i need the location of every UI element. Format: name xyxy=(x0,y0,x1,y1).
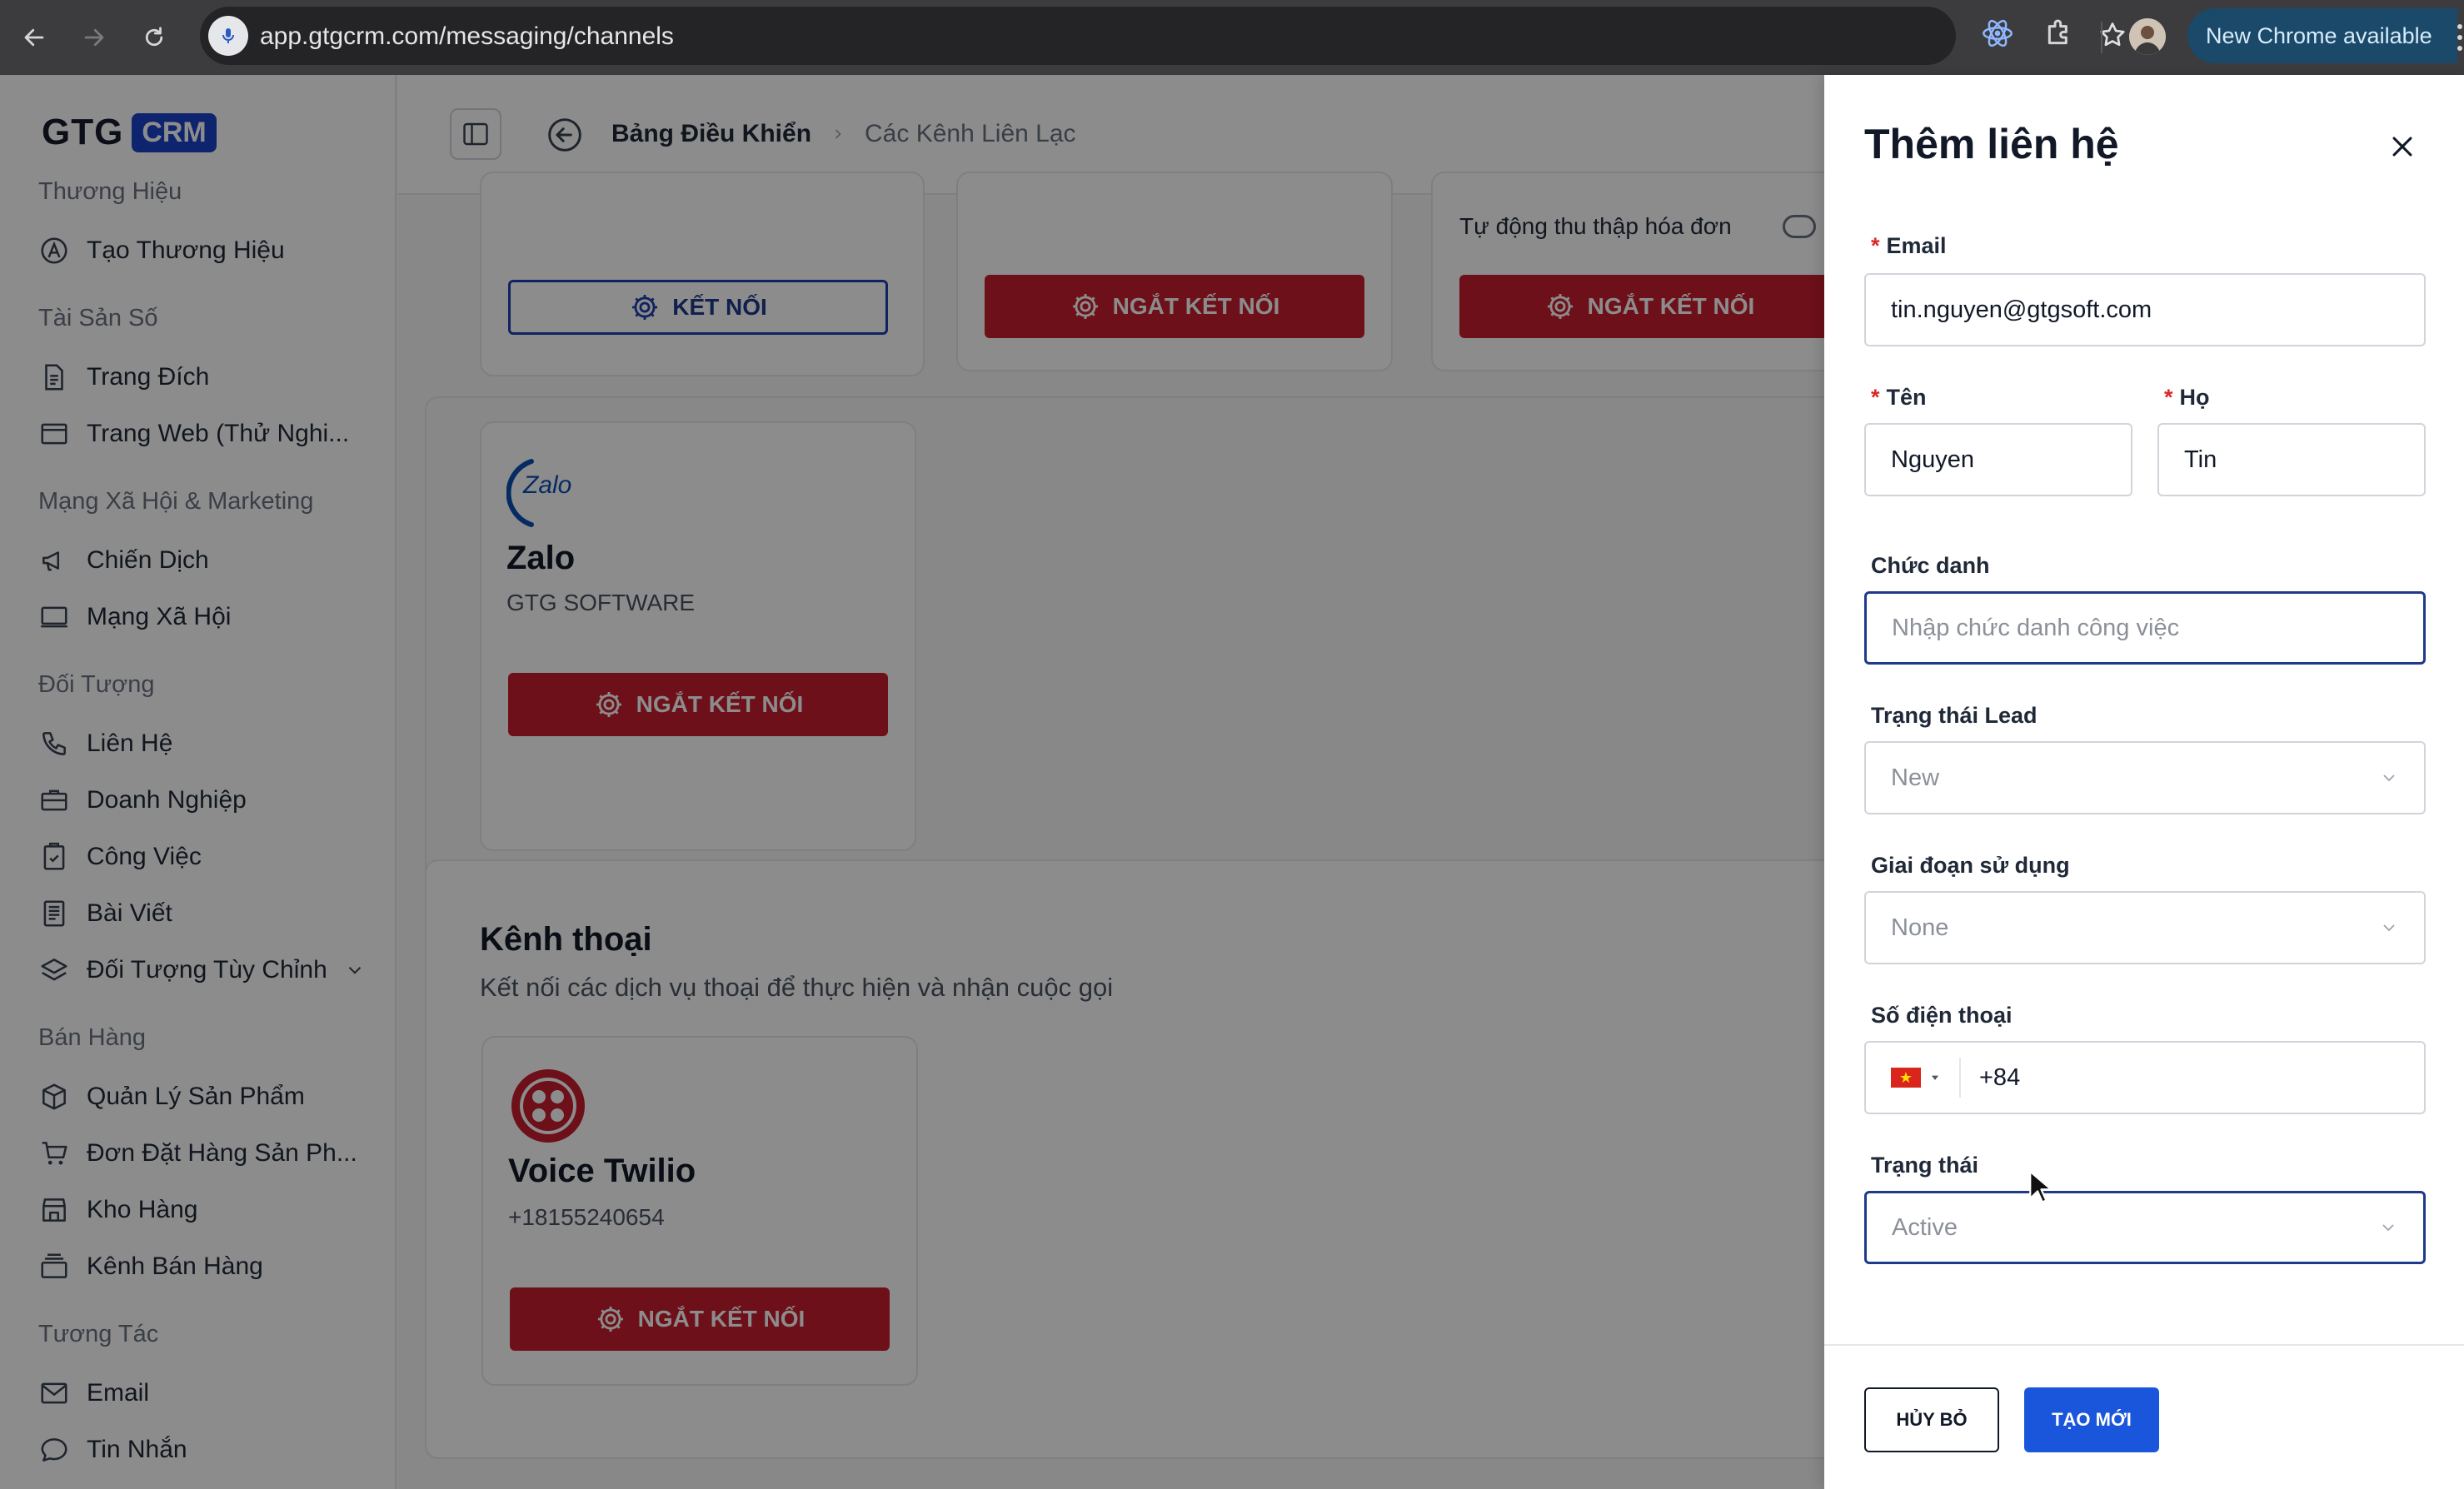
lifecycle-select[interactable]: None xyxy=(1864,891,2426,964)
phone-value: +84 xyxy=(1979,1063,2021,1091)
job-title-label: Chức danh xyxy=(1871,553,1990,578)
extensions-puzzle-icon[interactable] xyxy=(2043,17,2076,54)
first-name-input[interactable] xyxy=(1891,446,2106,474)
email-label: * Email xyxy=(1871,233,1947,258)
reload-icon[interactable] xyxy=(135,18,173,57)
status-select[interactable]: Active xyxy=(1864,1191,2426,1264)
chevron-down-icon xyxy=(2383,924,2395,932)
new-chrome-available-button[interactable]: New Chrome available xyxy=(2187,8,2457,63)
email-input[interactable] xyxy=(1891,296,2399,324)
last-name-input[interactable] xyxy=(2184,446,2399,474)
lifecycle-label: Giai đoạn sử dụng xyxy=(1871,853,2070,878)
vietnam-flag-icon: ★ xyxy=(1891,1068,1921,1088)
modal-backdrop[interactable] xyxy=(0,75,1824,1489)
create-button[interactable]: TẠO MỚI xyxy=(2024,1387,2159,1452)
chevron-down-icon xyxy=(2382,1224,2394,1232)
back-arrow-icon[interactable] xyxy=(15,18,53,57)
lifecycle-value: None xyxy=(1891,914,1949,941)
toolbar-divider xyxy=(2101,22,2102,53)
forward-arrow-icon[interactable] xyxy=(75,18,113,57)
status-label: Trạng thái xyxy=(1871,1153,1979,1178)
lead-status-label: Trạng thái Lead xyxy=(1871,703,2038,728)
add-contact-drawer: Thêm liên hệ *Email *Tên *Họ Chức danh T… xyxy=(1824,75,2464,1489)
microphone-icon[interactable] xyxy=(208,16,248,56)
job-title-field[interactable] xyxy=(1864,591,2426,665)
close-icon[interactable] xyxy=(2381,125,2424,168)
drawer-footer-divider xyxy=(1824,1344,2464,1346)
react-devtools-icon[interactable] xyxy=(1981,17,2014,54)
required-mark: * xyxy=(1871,233,1880,258)
country-code-select[interactable]: ★ xyxy=(1891,1058,1961,1098)
url-text: app.gtgcrm.com/messaging/channels xyxy=(260,22,674,50)
browser-toolbar: app.gtgcrm.com/messaging/channels New Ch… xyxy=(0,0,2464,75)
new-chrome-label: New Chrome available xyxy=(2206,22,2432,48)
profile-avatar[interactable] xyxy=(2129,18,2166,55)
last-name-label: * Họ xyxy=(2164,385,2210,410)
chevron-down-icon xyxy=(2383,774,2395,782)
required-mark: * xyxy=(2164,385,2173,410)
phone-label: Số điện thoại xyxy=(1871,1003,2013,1028)
first-name-field[interactable] xyxy=(1864,423,2132,496)
drawer-title: Thêm liên hệ xyxy=(1864,121,2119,167)
email-field[interactable] xyxy=(1864,273,2426,346)
status-value: Active xyxy=(1892,1213,1958,1241)
more-vertical-icon[interactable] xyxy=(2456,22,2464,53)
mouse-cursor-icon xyxy=(2028,1169,2053,1210)
phone-field[interactable]: ★ +84 xyxy=(1864,1041,2426,1114)
caret-down-icon xyxy=(1931,1075,1939,1080)
required-mark: * xyxy=(1871,385,1880,410)
cancel-button[interactable]: HỦY BỎ xyxy=(1864,1387,1999,1452)
lead-status-value: New xyxy=(1891,764,1940,791)
first-name-label: * Tên xyxy=(1871,385,1927,410)
job-title-input[interactable] xyxy=(1892,614,2398,642)
lead-status-select[interactable]: New xyxy=(1864,741,2426,814)
last-name-field[interactable] xyxy=(2157,423,2426,496)
address-bar[interactable]: app.gtgcrm.com/messaging/channels xyxy=(200,7,2125,65)
